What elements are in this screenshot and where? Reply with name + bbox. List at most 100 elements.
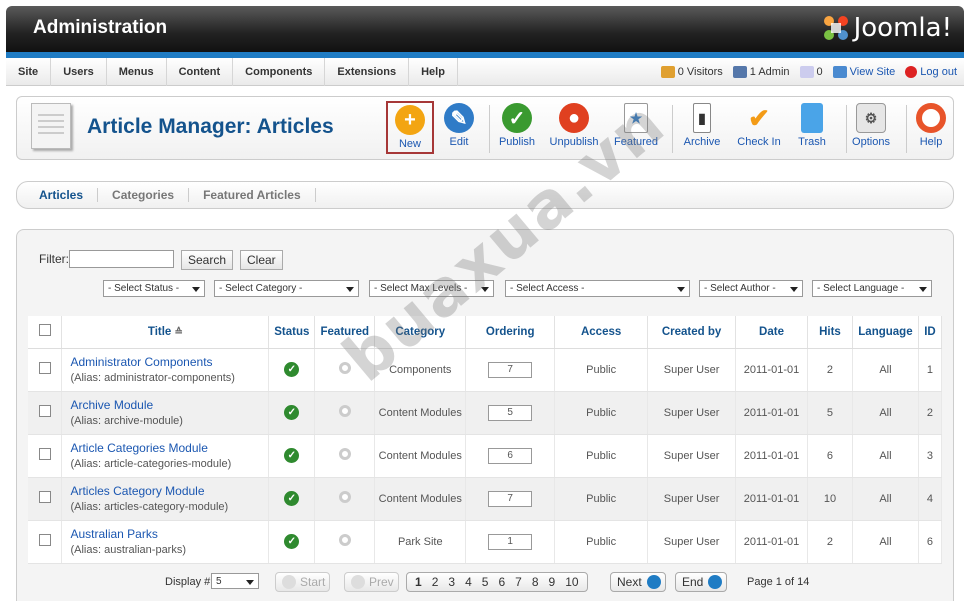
- row-checkbox[interactable]: [38, 448, 51, 460]
- trash-button[interactable]: Trash: [783, 103, 841, 148]
- status-select[interactable]: - Select Status -: [103, 280, 205, 297]
- ordering-input[interactable]: 7: [488, 361, 533, 378]
- table-row: Article Categories Module (Alias: article…: [28, 434, 943, 478]
- language-select[interactable]: - Select Language -: [812, 280, 932, 297]
- published-icon[interactable]: ✓: [284, 491, 300, 506]
- menu-extensions[interactable]: Extensions: [325, 57, 410, 86]
- page-number-link[interactable]: 1: [415, 575, 422, 589]
- unpublish-button[interactable]: ● Unpublish: [545, 103, 603, 148]
- not-featured-icon[interactable]: [338, 448, 351, 460]
- row-checkbox[interactable]: [38, 362, 51, 374]
- created-by-cell: Super User: [647, 391, 737, 435]
- page-number-link[interactable]: 2: [432, 575, 439, 589]
- col-hits[interactable]: Hits: [807, 316, 853, 349]
- menu-content[interactable]: Content: [167, 57, 234, 86]
- article-alias: (Alias: australian-parks): [70, 544, 187, 556]
- col-language[interactable]: Language: [852, 316, 919, 349]
- access-select[interactable]: - Select Access -: [505, 280, 690, 297]
- ordering-input[interactable]: 5: [488, 404, 533, 421]
- author-select[interactable]: - Select Author -: [699, 280, 803, 297]
- published-icon[interactable]: ✓: [284, 405, 300, 420]
- col-status[interactable]: Status: [268, 316, 316, 349]
- not-featured-icon[interactable]: [338, 491, 351, 503]
- col-access[interactable]: Access: [554, 316, 649, 349]
- visitors-status: 0 Visitors: [660, 66, 723, 78]
- prev-button[interactable]: Prev: [344, 572, 399, 592]
- col-date[interactable]: Date: [735, 316, 808, 349]
- ordering-input[interactable]: 1: [488, 533, 533, 550]
- not-featured-icon[interactable]: [338, 405, 351, 417]
- article-title-link[interactable]: Australian Parks: [70, 527, 268, 541]
- joomla-logo-text: Joomla!: [853, 13, 952, 43]
- add-icon: +: [395, 105, 425, 135]
- help-button[interactable]: Help: [902, 103, 960, 148]
- language-cell: All: [852, 391, 919, 435]
- article-title-link[interactable]: Archive Module: [70, 398, 268, 412]
- max-levels-select[interactable]: - Select Max Levels -: [369, 280, 494, 297]
- page-number-link[interactable]: 8: [532, 575, 539, 589]
- tab-categories[interactable]: Categories: [98, 188, 190, 202]
- page-number-link[interactable]: 6: [498, 575, 505, 589]
- col-ordering[interactable]: Ordering: [465, 316, 556, 349]
- col-category[interactable]: Category: [374, 316, 467, 349]
- archive-button[interactable]: ▮ Archive: [673, 103, 731, 148]
- tab-articles[interactable]: Articles: [25, 188, 99, 202]
- col-id[interactable]: ID: [918, 316, 943, 349]
- menu-help[interactable]: Help: [409, 57, 458, 86]
- display-count-select[interactable]: 5: [211, 573, 259, 589]
- row-checkbox[interactable]: [38, 405, 51, 417]
- view-site-link[interactable]: View Site: [832, 66, 895, 78]
- logout-icon: [905, 66, 918, 78]
- page-number-link[interactable]: 7: [515, 575, 522, 589]
- article-title-link[interactable]: Articles Category Module: [70, 484, 268, 498]
- article-title-link[interactable]: Article Categories Module: [70, 441, 268, 455]
- page-number-link[interactable]: 10: [565, 575, 578, 589]
- clear-button[interactable]: Clear: [240, 250, 283, 270]
- col-created-by[interactable]: Created by: [647, 316, 737, 349]
- page-number-link[interactable]: 3: [448, 575, 455, 589]
- filter-search-input[interactable]: [69, 250, 174, 268]
- page-number-link[interactable]: 5: [482, 575, 489, 589]
- published-icon[interactable]: ✓: [284, 534, 300, 549]
- tab-featured-articles[interactable]: Featured Articles: [189, 188, 316, 202]
- id-cell: 4: [918, 477, 943, 521]
- joomla-logo[interactable]: Joomla!: [820, 12, 952, 44]
- options-button[interactable]: ⚙ Options: [842, 103, 900, 148]
- id-cell: 1: [918, 348, 943, 392]
- featured-button[interactable]: ★ Featured: [607, 103, 665, 148]
- logout-link[interactable]: Log out: [905, 66, 957, 78]
- edit-button[interactable]: ✎ Edit: [430, 103, 488, 148]
- next-button[interactable]: Next: [610, 572, 666, 592]
- new-button[interactable]: + New: [386, 101, 434, 154]
- category-select[interactable]: - Select Category -: [214, 280, 359, 297]
- checkin-button[interactable]: ✔ Check In: [730, 103, 788, 149]
- menu-site[interactable]: Site: [6, 57, 52, 86]
- not-featured-icon[interactable]: [338, 534, 351, 546]
- messages-status[interactable]: 0: [799, 66, 823, 78]
- search-button[interactable]: Search: [181, 250, 234, 270]
- publish-button[interactable]: ✓ Publish: [488, 103, 546, 148]
- joomla-mark-icon: [820, 12, 852, 44]
- page-number-link[interactable]: 4: [465, 575, 472, 589]
- filter-label: Filter:: [39, 252, 69, 266]
- row-checkbox[interactable]: [38, 491, 51, 503]
- ordering-input[interactable]: 7: [488, 490, 533, 507]
- menu-menus[interactable]: Menus: [107, 57, 167, 86]
- table-row: Administrator Components (Alias: administ…: [28, 348, 943, 392]
- article-title-link[interactable]: Administrator Components: [70, 355, 268, 369]
- col-title[interactable]: Title ≙: [61, 316, 270, 349]
- ordering-input[interactable]: 6: [488, 447, 533, 464]
- menu-users[interactable]: Users: [51, 57, 107, 86]
- page-number-link[interactable]: 9: [549, 575, 556, 589]
- col-featured[interactable]: Featured: [314, 316, 376, 349]
- published-icon[interactable]: ✓: [284, 448, 300, 463]
- row-checkbox[interactable]: [38, 534, 51, 546]
- start-button[interactable]: Start: [275, 572, 331, 592]
- select-all-checkbox[interactable]: [38, 324, 51, 337]
- not-featured-icon[interactable]: [338, 362, 351, 374]
- page-of-label: Page 1 of 14: [747, 576, 810, 588]
- created-by-cell: Super User: [647, 477, 737, 521]
- menu-components[interactable]: Components: [233, 57, 326, 86]
- end-button[interactable]: End: [675, 572, 728, 592]
- published-icon[interactable]: ✓: [284, 362, 300, 377]
